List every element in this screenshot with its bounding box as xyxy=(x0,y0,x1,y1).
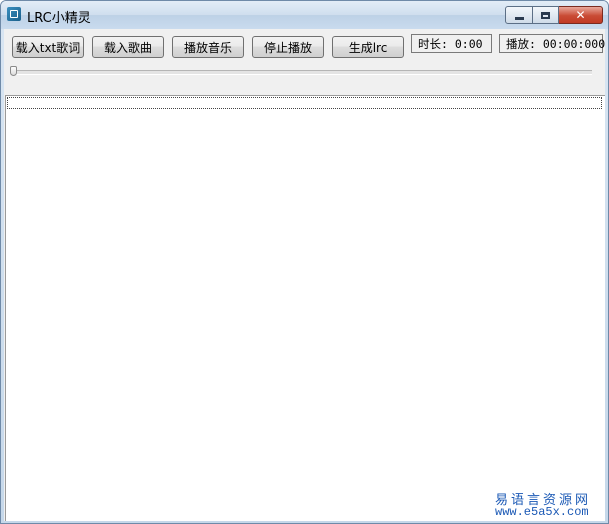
progress-slider-track[interactable] xyxy=(11,70,592,75)
app-icon xyxy=(7,7,21,21)
window-title: LRC小精灵 xyxy=(27,11,91,26)
close-icon: ✕ xyxy=(575,8,586,22)
stop-playback-button[interactable]: 停止播放 xyxy=(252,36,324,58)
minimize-button[interactable] xyxy=(505,6,533,24)
generate-lrc-button[interactable]: 生成lrc xyxy=(332,36,404,58)
watermark-site-url: www.e5a5x.com xyxy=(495,505,589,519)
client-area: 载入txt歌词 载入歌曲 播放音乐 停止播放 生成lrc 时长: 0:00 播放… xyxy=(4,29,605,521)
play-music-button[interactable]: 播放音乐 xyxy=(172,36,244,58)
maximize-button[interactable] xyxy=(533,6,559,24)
minimize-icon xyxy=(514,16,524,20)
load-txt-lyrics-button[interactable]: 载入txt歌词 xyxy=(12,36,84,58)
window-controls: ✕ xyxy=(505,6,603,24)
progress-slider-thumb[interactable] xyxy=(10,66,17,76)
lyrics-list[interactable] xyxy=(5,95,605,521)
maximize-icon xyxy=(541,11,550,19)
main-window: LRC小精灵 ✕ 载入txt歌词 载入歌曲 播放音乐 停止播放 生成lrc 时长… xyxy=(0,0,609,524)
list-item-focused[interactable] xyxy=(7,97,602,109)
duration-label: 时长: 0:00 xyxy=(411,34,492,53)
title-bar[interactable]: LRC小精灵 ✕ xyxy=(1,1,608,29)
playback-time-label: 播放: 00:00:000 xyxy=(499,34,605,53)
load-song-button[interactable]: 载入歌曲 xyxy=(92,36,164,58)
close-button[interactable]: ✕ xyxy=(559,6,603,24)
